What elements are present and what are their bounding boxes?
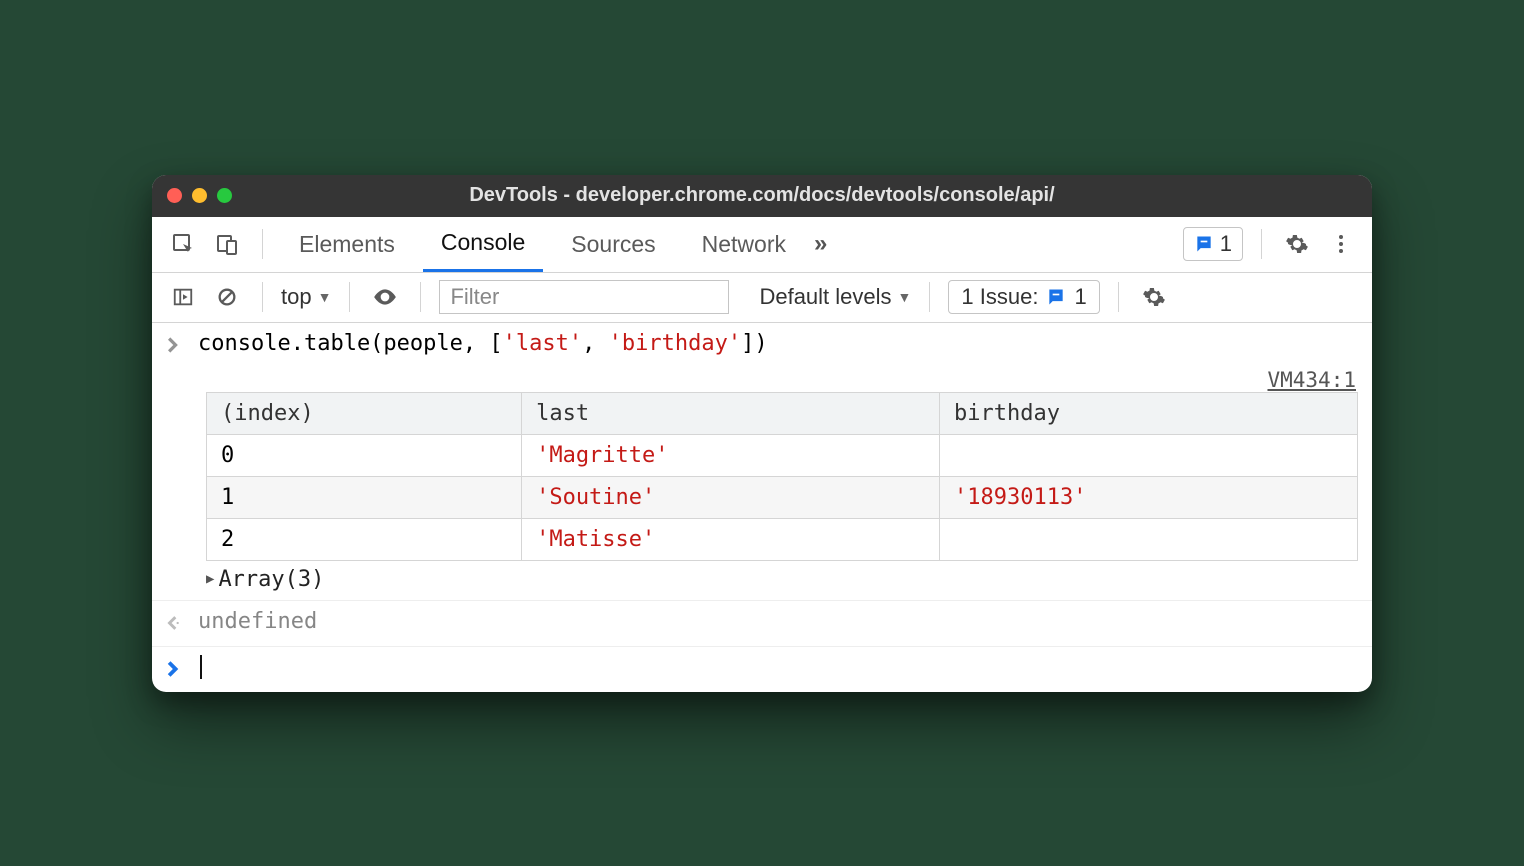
separator bbox=[1118, 282, 1119, 312]
table-header[interactable]: last bbox=[522, 392, 940, 434]
table-cell: 'Matisse' bbox=[522, 518, 940, 560]
console-output: console.table(people, ['last', 'birthday… bbox=[152, 323, 1372, 692]
table-cell: 2 bbox=[207, 518, 522, 560]
table-row[interactable]: 1 'Soutine' '18930113' bbox=[207, 476, 1358, 518]
chevron-down-icon: ▼ bbox=[318, 289, 332, 305]
context-label: top bbox=[281, 284, 312, 310]
issues-pill-label: 1 Issue: bbox=[961, 284, 1038, 310]
table-header[interactable]: birthday bbox=[940, 392, 1358, 434]
separator bbox=[349, 282, 350, 312]
table-cell: 'Magritte' bbox=[522, 434, 940, 476]
separator bbox=[420, 282, 421, 312]
separator bbox=[262, 282, 263, 312]
prompt-chevron-icon bbox=[166, 659, 186, 684]
minimize-window-button[interactable] bbox=[192, 188, 207, 203]
console-table-output: VM434:1 (index) last birthday 0 'Magritt… bbox=[152, 362, 1372, 601]
console-input-row: console.table(people, ['last', 'birthday… bbox=[152, 323, 1372, 362]
clear-console-icon[interactable] bbox=[210, 280, 244, 314]
toggle-sidebar-icon[interactable] bbox=[166, 280, 200, 314]
table-cell: 1 bbox=[207, 476, 522, 518]
log-levels-selector[interactable]: Default levels ▼ bbox=[759, 284, 911, 310]
object-expand[interactable]: ▶ Array(3) bbox=[206, 567, 1358, 592]
tab-console[interactable]: Console bbox=[423, 216, 543, 272]
input-chevron-icon bbox=[166, 335, 186, 360]
table-header[interactable]: (index) bbox=[207, 392, 522, 434]
table-cell bbox=[940, 518, 1358, 560]
zoom-window-button[interactable] bbox=[217, 188, 232, 203]
table-cell bbox=[940, 434, 1358, 476]
console-toolbar: top ▼ Default levels ▼ 1 Issue: 1 bbox=[152, 273, 1372, 323]
issues-pill-count: 1 bbox=[1074, 284, 1086, 310]
device-toggle-icon[interactable] bbox=[210, 227, 244, 261]
console-command: console.table(people, ['last', 'birthday… bbox=[198, 331, 768, 356]
inspect-element-icon[interactable] bbox=[166, 227, 200, 261]
chevron-down-icon: ▼ bbox=[898, 289, 912, 305]
issues-badge-count: 1 bbox=[1220, 231, 1232, 257]
text-caret bbox=[200, 655, 202, 679]
tab-elements[interactable]: Elements bbox=[281, 216, 413, 272]
devtools-window: DevTools - developer.chrome.com/docs/dev… bbox=[152, 175, 1372, 692]
more-tabs-icon[interactable]: » bbox=[814, 230, 827, 258]
traffic-lights bbox=[167, 188, 232, 203]
titlebar: DevTools - developer.chrome.com/docs/dev… bbox=[152, 175, 1372, 217]
table-row[interactable]: 2 'Matisse' bbox=[207, 518, 1358, 560]
output-chevron-icon bbox=[166, 613, 186, 638]
window-title: DevTools - developer.chrome.com/docs/dev… bbox=[152, 184, 1372, 207]
filter-input[interactable] bbox=[439, 280, 729, 314]
console-return-row: undefined bbox=[152, 601, 1372, 647]
tabbar: Elements Console Sources Network » 1 bbox=[152, 217, 1372, 273]
issues-pill[interactable]: 1 Issue: 1 bbox=[948, 280, 1099, 314]
tab-network[interactable]: Network bbox=[684, 216, 804, 272]
separator bbox=[262, 229, 263, 259]
log-levels-label: Default levels bbox=[759, 284, 891, 310]
expand-label: Array(3) bbox=[218, 567, 324, 592]
console-prompt-row[interactable] bbox=[152, 647, 1372, 692]
close-window-button[interactable] bbox=[167, 188, 182, 203]
tab-sources[interactable]: Sources bbox=[553, 216, 673, 272]
table-cell: 0 bbox=[207, 434, 522, 476]
table-cell: '18930113' bbox=[940, 476, 1358, 518]
source-link[interactable]: VM434:1 bbox=[1267, 368, 1356, 392]
kebab-menu-icon[interactable] bbox=[1324, 227, 1358, 261]
separator bbox=[929, 282, 930, 312]
live-expression-icon[interactable] bbox=[368, 280, 402, 314]
context-selector[interactable]: top ▼ bbox=[281, 284, 331, 310]
separator bbox=[1261, 229, 1262, 259]
console-settings-icon[interactable] bbox=[1137, 280, 1171, 314]
table-row[interactable]: 0 'Magritte' bbox=[207, 434, 1358, 476]
expand-triangle-icon: ▶ bbox=[206, 571, 214, 587]
table-cell: 'Soutine' bbox=[522, 476, 940, 518]
settings-icon[interactable] bbox=[1280, 227, 1314, 261]
issues-badge[interactable]: 1 bbox=[1183, 227, 1243, 261]
console-table: (index) last birthday 0 'Magritte' 1 'So… bbox=[206, 392, 1358, 561]
return-value: undefined bbox=[198, 609, 317, 634]
